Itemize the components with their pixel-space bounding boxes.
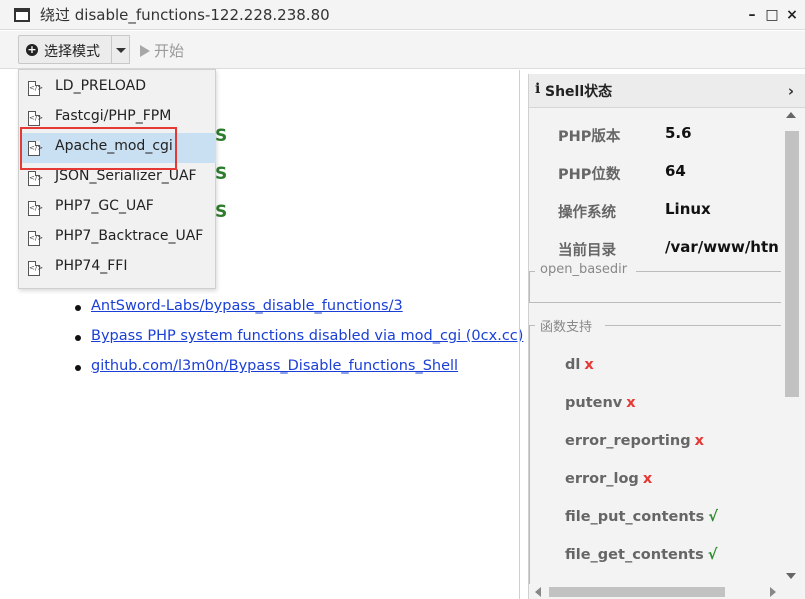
php-file-icon: </> xyxy=(28,231,43,246)
functions-box-border xyxy=(529,325,530,599)
php-bits-label: PHP位数 xyxy=(558,167,621,183)
close-button[interactable]: × xyxy=(784,6,800,24)
php-file-icon: </> xyxy=(28,81,43,96)
menu-item-php7-gc-uaf[interactable]: </> PHP7_GC_UAF xyxy=(20,193,216,223)
menu-item-label: PHP74_FFI xyxy=(55,258,128,274)
list-item: github.com/l3m0n/Bypass_Disable_function… xyxy=(74,358,523,388)
start-button[interactable]: 开始 xyxy=(140,40,184,61)
php-file-icon: </> xyxy=(28,111,43,126)
php-version-label: PHP版本 xyxy=(558,129,621,145)
cross-icon: x xyxy=(694,433,704,449)
vertical-scrollbar[interactable] xyxy=(782,109,801,584)
window-title: 绕过 disable_functions-122.228.238.80 xyxy=(40,6,330,24)
cross-icon: x xyxy=(584,357,594,373)
toolbar: + 选择模式 开始 xyxy=(0,31,805,69)
select-mode-label: 选择模式 xyxy=(44,44,100,60)
start-label: 开始 xyxy=(154,42,185,60)
mode-dropdown-menu: </> LD_PRELOAD </> Fastcgi/PHP_FPM </> A… xyxy=(18,69,216,289)
window-icon xyxy=(14,8,30,22)
scroll-down-icon[interactable] xyxy=(786,573,796,579)
title-bar: 绕过 disable_functions-122.228.238.80 – □ … xyxy=(0,0,805,30)
php-file-icon: </> xyxy=(28,261,43,276)
menu-item-label: PHP7_Backtrace_UAF xyxy=(55,228,204,244)
current-dir-value: /var/www/htn xyxy=(665,238,779,256)
menu-item-label: LD_PRELOAD xyxy=(55,78,147,94)
chevron-right-icon[interactable]: › xyxy=(788,82,794,100)
php-file-icon: </> xyxy=(28,171,43,186)
function-item-error-log: error_log x xyxy=(565,471,653,487)
function-item-putenv: putenv x xyxy=(565,395,636,411)
info-icon: i xyxy=(535,81,541,97)
select-mode-dropdown-toggle[interactable] xyxy=(111,35,130,64)
check-icon: √ xyxy=(708,509,718,525)
function-item-error-reporting: error_reporting x xyxy=(565,433,704,449)
shell-status-body: PHP版本 5.6 PHP位数 64 操作系统 Linux 当前目录 /var/… xyxy=(529,109,785,599)
php-version-value: 5.6 xyxy=(665,124,692,142)
reference-link-0cx[interactable]: Bypass PHP system functions disabled via… xyxy=(91,328,523,344)
php-file-icon: </> xyxy=(28,201,43,216)
shell-status-panel: i Shell状态 › PHP版本 5.6 PHP位数 64 操作系统 Linu… xyxy=(528,74,805,599)
menu-item-label: Fastcgi/PHP_FPM xyxy=(55,108,172,124)
php-bits-value: 64 xyxy=(665,162,686,180)
scroll-left-icon[interactable] xyxy=(535,587,541,597)
minimize-button[interactable]: – xyxy=(744,6,760,24)
os-value: Linux xyxy=(665,200,711,218)
current-dir-label: 当前目录 xyxy=(558,243,616,259)
scroll-right-icon[interactable] xyxy=(770,587,776,597)
menu-item-label: JSON_Serializer_UAF xyxy=(55,168,197,184)
partial-label-2: S xyxy=(215,164,228,184)
function-item-dl: dl x xyxy=(565,357,594,373)
maximize-button[interactable]: □ xyxy=(764,6,780,24)
pane-divider[interactable] xyxy=(519,70,520,599)
shell-status-title: Shell状态 xyxy=(545,84,613,100)
functions-support-label: 函数支持 xyxy=(540,320,593,335)
function-item-file-put-contents: file_put_contents √ xyxy=(565,509,718,525)
horizontal-scroll-thumb[interactable] xyxy=(549,587,725,597)
partial-label-1: S xyxy=(215,126,228,146)
select-mode-button[interactable]: + 选择模式 xyxy=(18,35,112,64)
functions-legend: 函数支持 xyxy=(529,320,781,335)
selection-highlight-box xyxy=(20,127,177,170)
function-item-file-get-contents: file_get_contents √ xyxy=(565,547,718,563)
scroll-up-icon[interactable] xyxy=(786,112,796,118)
partial-label-3: S xyxy=(215,202,228,222)
menu-item-php74-ffi[interactable]: </> PHP74_FFI xyxy=(20,253,216,283)
vertical-scroll-thumb[interactable] xyxy=(785,131,799,397)
plus-circle-icon: + xyxy=(26,43,38,56)
reference-links: AntSword-Labs/bypass_disable_functions/3… xyxy=(74,298,523,388)
horizontal-scrollbar[interactable] xyxy=(529,584,782,599)
menu-item-label: PHP7_GC_UAF xyxy=(55,198,154,214)
menu-item-ld-preload[interactable]: </> LD_PRELOAD xyxy=(20,73,216,103)
reference-link-antsword[interactable]: AntSword-Labs/bypass_disable_functions/3 xyxy=(91,298,403,314)
open-basedir-box xyxy=(529,271,781,303)
list-item: AntSword-Labs/bypass_disable_functions/3 xyxy=(74,298,523,328)
cross-icon: x xyxy=(642,471,653,487)
reference-link-github[interactable]: github.com/l3m0n/Bypass_Disable_function… xyxy=(91,358,458,374)
shell-status-header[interactable]: i Shell状态 › xyxy=(529,74,805,108)
menu-item-php7-backtrace-uaf[interactable]: </> PHP7_Backtrace_UAF xyxy=(20,223,216,253)
os-label: 操作系统 xyxy=(558,205,616,221)
list-item: Bypass PHP system functions disabled via… xyxy=(74,328,523,358)
cross-icon: x xyxy=(626,395,636,411)
play-icon xyxy=(140,45,150,57)
check-icon: √ xyxy=(707,547,718,563)
